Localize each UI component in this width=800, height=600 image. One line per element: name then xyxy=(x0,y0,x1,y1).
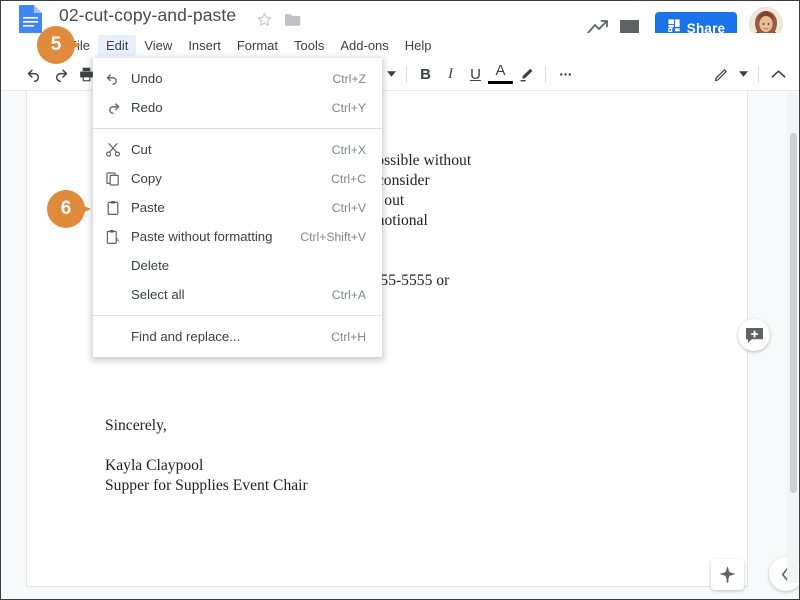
bold-button[interactable]: B xyxy=(413,66,438,83)
menu-item-shortcut: Ctrl+A xyxy=(332,288,366,302)
callout-bubble: 5 xyxy=(37,26,75,64)
scissors-icon xyxy=(105,140,131,160)
text-color-button[interactable]: A xyxy=(488,64,513,84)
chevron-up-icon[interactable] xyxy=(765,61,791,87)
menu-item-label: Paste without formatting xyxy=(131,229,286,244)
highlighter-icon[interactable] xyxy=(513,61,539,87)
no-icon-placeholder xyxy=(105,327,131,347)
menu-format[interactable]: Format xyxy=(229,35,286,56)
redo-icon[interactable] xyxy=(47,61,73,87)
svg-text:A: A xyxy=(115,237,120,244)
menu-item-paste-without-formatting[interactable]: A Paste without formatting Ctrl+Shift+V xyxy=(93,222,382,251)
add-comment-icon[interactable] xyxy=(738,319,770,351)
document-signature-text[interactable]: Sincerely, Kayla Claypool Supper for Sup… xyxy=(105,416,308,496)
title-bar: 02-cut-copy-and-paste xyxy=(1,1,800,33)
undo-icon xyxy=(105,69,131,89)
menu-item-shortcut: Ctrl+X xyxy=(332,143,366,157)
menu-item-select-all[interactable]: Select all Ctrl+A xyxy=(93,280,382,309)
menu-item-redo[interactable]: Redo Ctrl+Y xyxy=(93,93,382,122)
menu-item-label: Copy xyxy=(131,171,317,186)
menu-item-label: Find and replace... xyxy=(131,329,317,344)
folder-icon[interactable] xyxy=(284,12,302,27)
menu-item-paste[interactable]: Paste Ctrl+V xyxy=(93,193,382,222)
redo-icon xyxy=(105,98,131,118)
more-horizontal-icon[interactable] xyxy=(552,61,578,87)
clipboard-text-icon: A xyxy=(105,227,131,247)
menu-item-shortcut: Ctrl+Z xyxy=(332,72,366,86)
menu-insert[interactable]: Insert xyxy=(180,35,229,56)
no-icon-placeholder xyxy=(105,256,131,276)
menu-item-label: Paste xyxy=(131,200,318,215)
menu-item-label: Delete xyxy=(131,258,352,273)
vertical-scrollbar-thumb[interactable] xyxy=(790,133,797,493)
toolbar-divider xyxy=(758,66,759,83)
menu-item-cut[interactable]: Cut Ctrl+X xyxy=(93,135,382,164)
menu-item-label: Select all xyxy=(131,287,318,302)
menu-addons[interactable]: Add-ons xyxy=(332,35,396,56)
menu-tools[interactable]: Tools xyxy=(286,35,332,56)
menu-item-shortcut: Ctrl+H xyxy=(331,330,366,344)
menu-item-shortcut: Ctrl+C xyxy=(331,172,366,186)
menu-item-label: Redo xyxy=(131,100,318,115)
document-title[interactable]: 02-cut-copy-and-paste xyxy=(59,5,236,26)
menu-item-label: Undo xyxy=(131,71,318,86)
menu-edit[interactable]: Edit xyxy=(98,35,136,56)
callout-number: 6 xyxy=(61,198,72,220)
editing-mode-dropdown-caret[interactable] xyxy=(734,61,752,87)
callout-bubble: 6 xyxy=(47,190,85,228)
menu-item-undo[interactable]: Undo Ctrl+Z xyxy=(93,64,382,93)
menu-item-copy[interactable]: Copy Ctrl+C xyxy=(93,164,382,193)
no-icon-placeholder xyxy=(105,285,131,305)
menu-item-shortcut: Ctrl+V xyxy=(332,201,366,215)
menu-item-find-and-replace[interactable]: Find and replace... Ctrl+H xyxy=(93,322,382,351)
menu-item-shortcut: Ctrl+Y xyxy=(332,101,366,115)
menu-divider xyxy=(93,315,382,316)
callout-number: 5 xyxy=(51,34,62,56)
menu-view[interactable]: View xyxy=(136,35,180,56)
copy-icon xyxy=(105,169,131,189)
italic-button[interactable]: I xyxy=(438,66,463,83)
menu-item-label: Cut xyxy=(131,142,318,157)
menu-bar: File Edit View Insert Format Tools Add-o… xyxy=(1,33,800,58)
menu-item-shortcut: Ctrl+Shift+V xyxy=(300,230,366,244)
clipboard-icon xyxy=(105,198,131,218)
toolbar-divider xyxy=(545,66,546,83)
editing-mode-pencil-icon[interactable] xyxy=(708,61,734,87)
menu-item-delete[interactable]: Delete xyxy=(93,251,382,280)
star-icon[interactable] xyxy=(256,11,273,28)
font-size-dropdown-caret[interactable] xyxy=(382,61,400,87)
google-docs-window: 02-cut-copy-and-paste xyxy=(0,0,800,600)
underline-button[interactable]: U xyxy=(463,66,488,83)
explore-icon[interactable] xyxy=(711,559,744,590)
menu-divider xyxy=(93,128,382,129)
undo-icon[interactable] xyxy=(21,61,47,87)
callout-badge-6: 6 xyxy=(47,190,91,228)
menu-help[interactable]: Help xyxy=(397,35,440,56)
edit-menu-dropdown: Undo Ctrl+Z Redo Ctrl+Y xyxy=(93,58,382,357)
toolbar-divider xyxy=(406,66,407,83)
callout-badge-5: 5 xyxy=(37,26,81,64)
